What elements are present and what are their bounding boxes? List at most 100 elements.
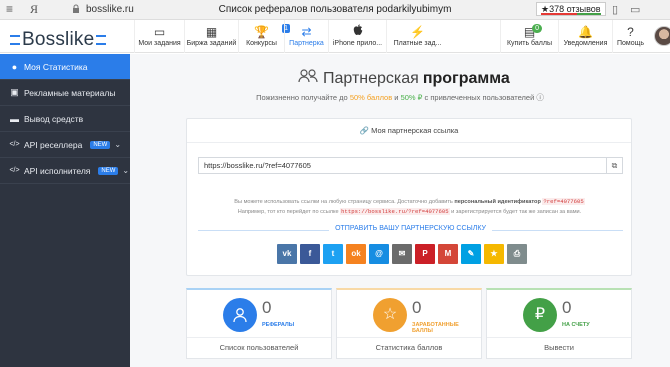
nav-partner[interactable]: ⇄ Партнерка (284, 20, 328, 53)
ruble-icon: ₽ (523, 298, 557, 332)
info-bold: персональный идентификатор (454, 199, 541, 205)
logo-bars-right-icon (96, 35, 107, 45)
users-icon (298, 69, 318, 88)
mailru-share-button[interactable]: @ (369, 244, 389, 264)
logo-bars-left-icon (10, 35, 20, 45)
sidebar-item-label: API исполнителя (24, 165, 91, 176)
favorite-share-button[interactable]: ★ (484, 244, 504, 264)
sidebar-item-reseller-api[interactable]: </> API реселлера NEW ⌄ (0, 132, 130, 158)
share-label: ОТПРАВИТЬ ВАШУ ПАРТНЕРСКУЮ ССЫЛКУ (329, 225, 492, 232)
nav-help[interactable]: ? Помощь (612, 20, 648, 53)
vk-share-button[interactable]: vk (277, 244, 297, 264)
comment-icon[interactable]: ▭ (630, 3, 640, 16)
sidebar-item-performer-api[interactable]: </> API исполнителя NEW ⌄ (0, 158, 130, 184)
reviews-badge[interactable]: ★378 отзывов (536, 2, 606, 16)
stat-card-earned-points[interactable]: ☆ 0 ЗАРАБОТАННЫЕ БАЛЛЫ Статистика баллов (336, 288, 482, 359)
livejournal-share-button[interactable]: ✎ (461, 244, 481, 264)
odnoklassniki-share-button[interactable]: ok (346, 244, 366, 264)
nav-label: iPhone прило... (332, 40, 383, 47)
help-icon: ? (627, 25, 634, 39)
nav-paid-tasks[interactable]: ⚡ Платные зад... (386, 20, 448, 53)
trophy-glyph: 🏆 (254, 25, 269, 39)
nav-label: Партнерка (289, 40, 324, 47)
main-content: Партнерская программа Пожизненно получай… (130, 54, 670, 367)
nav-task-exchange[interactable]: ▦ Биржа заданий (184, 20, 238, 53)
referrals-count: 0 (262, 298, 272, 317)
wallet-icon: ▤ 0 (501, 24, 558, 40)
rub-percent: 50% ₽ (400, 93, 423, 102)
referral-info: Вы можете использовать ссылки на любую с… (197, 197, 622, 217)
image-icon: ▣ (10, 87, 19, 97)
avatar[interactable] (654, 26, 670, 46)
handshake-icon: ⇄ (301, 25, 312, 39)
sidebar-item-withdrawal[interactable]: ▬ Вывод средств (0, 106, 130, 132)
referral-link-value: https://bosslike.ru/?ref=4077605 (204, 161, 311, 170)
sidebar-item-label: Вывод средств (24, 113, 84, 124)
points-badge: 0 (532, 24, 542, 33)
email-share-button[interactable]: ✉ (392, 244, 412, 264)
referral-link-card: 🔗 Моя партнерская ссылка https://bosslik… (186, 118, 632, 276)
info-text: Например, тот кто перейдет по ссылке (237, 209, 341, 215)
title-bold: программа (422, 69, 510, 87)
stat-card-referrals[interactable]: 0 РЕФЕРАЛЫ Список пользователей (186, 288, 332, 359)
sidebar-item-my-statistics[interactable]: ● Моя Статистика (0, 54, 130, 80)
withdraw-link[interactable]: Вывести (487, 337, 631, 358)
chevron-down-icon[interactable]: ⌄ (114, 140, 121, 149)
nav-my-tasks[interactable]: ▭ Мои задания (134, 20, 184, 53)
chevron-down-icon[interactable]: ⌄ (122, 166, 129, 175)
star-icon: ☆ (373, 298, 407, 332)
example-link-code: https://bosslike.ru/?ref=4077605 (340, 208, 450, 215)
nav-label: Помощь (616, 40, 645, 47)
nav-iphone-app[interactable]: iPhone прило... (328, 20, 386, 53)
program-subtitle: Пожизненно получайте до 50% баллов и 50%… (130, 92, 670, 103)
gmail-share-button[interactable]: M (438, 244, 458, 264)
referrals-caption: РЕФЕРАЛЫ (262, 322, 295, 328)
card-title: 🔗 Моя партнерская ссылка (187, 119, 631, 143)
points-percent: 50% баллов (349, 93, 393, 102)
nav-label: Платные зад... (393, 40, 442, 47)
print-share-button[interactable]: ⎙ (507, 244, 527, 264)
nav-buy-points[interactable]: ▤ 0 Купить баллы (500, 20, 558, 53)
balance-count: 0 (562, 298, 572, 317)
stat-card-balance[interactable]: ₽ 0 НА СЧЕТУ Вывести (486, 288, 632, 359)
balance-caption: НА СЧЕТУ (562, 322, 590, 328)
bosslike-logo[interactable]: Bosslike (10, 29, 107, 51)
points-statistics-link[interactable]: Статистика баллов (337, 337, 481, 358)
info-text: и зарегистрируется будет так же записан … (449, 209, 582, 215)
subtitle-text: Пожизненно получайте до (256, 93, 350, 102)
logo-text: Bosslike (22, 29, 95, 50)
trophy-icon: 🏆 1 (239, 24, 290, 40)
code-icon: </> (9, 141, 20, 148)
nav-notifications[interactable]: 🔔 Уведомления (558, 20, 612, 53)
sidebar-item-promo-materials[interactable]: ▣ Рекламные материалы (0, 80, 130, 106)
code-icon: </> (9, 167, 20, 174)
referral-link-field[interactable]: https://bosslike.ru/?ref=4077605 ⧉ (198, 157, 623, 174)
subtitle-text: и (392, 93, 401, 102)
nav-contests[interactable]: 🏆 1 Конкурсы (238, 20, 290, 53)
title-light: Партнерская (323, 69, 419, 87)
subtitle-text: с привлеченных пользователей ⓘ (422, 93, 544, 102)
share-divider: ОТПРАВИТЬ ВАШУ ПАРТНЕРСКУЮ ССЫЛКУ (198, 225, 623, 235)
browser-toolbar: ≡ Я bosslike.ru Список рефералов пользов… (0, 0, 670, 20)
card-icon: ▬ (10, 113, 19, 124)
monitor-icon: ▭ (153, 25, 166, 39)
section-title: Партнерская программа (298, 69, 510, 88)
lightning-icon: ⚡ (410, 25, 425, 39)
copy-icon[interactable]: ⧉ (606, 158, 622, 173)
users-list-link[interactable]: Список пользователей (187, 337, 331, 358)
nav-label: Конкурсы (246, 40, 277, 47)
nav-label: Биржа заданий (186, 40, 237, 47)
sidebar-item-label: API реселлера (24, 139, 83, 150)
new-badge: NEW (90, 140, 111, 149)
ref-param-code: ?ref=4077605 (542, 198, 585, 205)
sidebar-item-label: Рекламные материалы (24, 87, 116, 98)
facebook-share-button[interactable]: f (300, 244, 320, 264)
bookmark-icon[interactable]: ▯ (612, 3, 618, 16)
twitter-share-button[interactable]: t (323, 244, 343, 264)
user-icon (223, 298, 257, 332)
app-header: Bosslike ▭ Мои задания ▦ Биржа заданий 🏆… (0, 20, 670, 53)
pinterest-share-button[interactable]: P (415, 244, 435, 264)
nav-label: Купить баллы (506, 40, 553, 47)
nav-label: Мои задания (138, 40, 181, 47)
user-icon: ● (11, 61, 18, 72)
